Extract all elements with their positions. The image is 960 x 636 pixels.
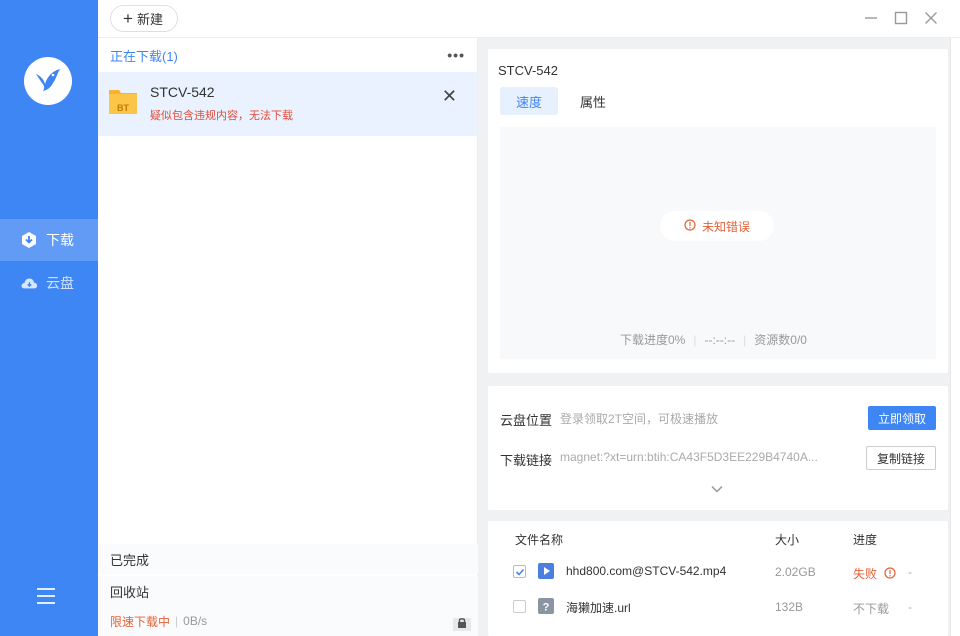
top-bar: + 新建 bbox=[98, 0, 960, 38]
cloud-link-card: 云盘位置 登录领取2T空间，可极速播放 立即领取 下载链接 magnet:?xt… bbox=[488, 386, 948, 510]
cloud-location-label: 云盘位置 bbox=[500, 413, 553, 428]
sidebar: 下载 云盘 bbox=[0, 0, 98, 636]
file-checkbox-unchecked[interactable] bbox=[513, 600, 526, 613]
bt-file-icon: BT bbox=[108, 86, 138, 116]
minimize-icon[interactable] bbox=[862, 9, 880, 27]
download-list-panel: 正在下载(1) ••• BT STCV-542 疑似包含违规内容，无法下载 ✕ … bbox=[98, 38, 478, 636]
task-error-message: 疑似包含违规内容，无法下载 bbox=[150, 110, 293, 122]
detail-title: STCV-542 bbox=[498, 63, 558, 78]
file-extra: - bbox=[908, 565, 912, 579]
list-header: 正在下载(1) ••• bbox=[98, 38, 477, 72]
app-logo bbox=[24, 57, 72, 105]
file-row[interactable]: hhd800.com@STCV-542.mp4 2.02GB 失败 - bbox=[488, 555, 948, 589]
error-circle-icon bbox=[684, 218, 696, 234]
new-task-button[interactable]: + 新建 bbox=[110, 5, 178, 32]
recycle-bin-section[interactable]: 回收站 bbox=[98, 576, 478, 606]
task-name: STCV-542 bbox=[150, 84, 215, 100]
file-progress-status: 失败 bbox=[853, 565, 896, 582]
svg-text:?: ? bbox=[543, 602, 550, 614]
nav-cloud[interactable]: 云盘 bbox=[0, 262, 98, 304]
speed-chart-area: 未知错误 下载进度0% | --:--:-- | 资源数0/0 bbox=[500, 127, 936, 359]
current-speed: 0B/s bbox=[183, 614, 208, 628]
download-stats: 下载进度0% | --:--:-- | 资源数0/0 bbox=[620, 332, 807, 348]
error-status-pill: 未知错误 bbox=[660, 211, 774, 241]
bird-logo-icon bbox=[36, 69, 60, 91]
copy-link-button[interactable]: 复制链接 bbox=[865, 446, 936, 470]
tab-properties[interactable]: 属性 bbox=[564, 87, 622, 115]
file-row[interactable]: ? 海獭加速.url 132B 不下载 - bbox=[488, 590, 948, 624]
download-link-label: 下载链接 bbox=[500, 453, 553, 468]
close-window-icon[interactable] bbox=[922, 9, 940, 27]
nav-download[interactable]: 下载 bbox=[0, 219, 98, 261]
tab-speed[interactable]: 速度 bbox=[500, 87, 559, 115]
task-detail-card: STCV-542 速度 属性 未知错误 下载进度0% | --:--:-- | … bbox=[488, 49, 948, 373]
cloud-location-text: 登录领取2T空间，可极速播放 bbox=[560, 412, 719, 426]
plus-icon: + bbox=[123, 9, 133, 28]
more-options-icon[interactable]: ••• bbox=[447, 47, 465, 63]
download-icon bbox=[20, 231, 38, 249]
column-header-size: 大小 bbox=[775, 533, 800, 547]
column-header-name: 文件名称 bbox=[515, 533, 564, 547]
nav-cloud-label: 云盘 bbox=[46, 275, 74, 291]
new-task-label: 新建 bbox=[136, 12, 163, 27]
nav-download-label: 下载 bbox=[46, 232, 74, 248]
file-size: 2.02GB bbox=[775, 565, 816, 579]
video-file-icon bbox=[538, 563, 554, 579]
scrollbar-track[interactable] bbox=[950, 38, 960, 636]
source-count: 资源数0/0 bbox=[754, 333, 807, 347]
hamburger-menu-icon[interactable] bbox=[37, 588, 55, 604]
lock-icon[interactable] bbox=[452, 612, 471, 631]
claim-now-button[interactable]: 立即领取 bbox=[867, 406, 936, 430]
chevron-down-icon[interactable] bbox=[710, 482, 724, 496]
error-status-text: 未知错误 bbox=[701, 219, 750, 234]
download-link-value[interactable]: magnet:?xt=urn:btih:CA43F5D3EE229B4740A.… bbox=[560, 450, 832, 464]
file-progress-status: 不下载 bbox=[853, 602, 890, 616]
unknown-file-icon: ? bbox=[538, 598, 554, 614]
speed-status-bar: 限速下载中 | 0B/s bbox=[98, 606, 478, 636]
file-name: hhd800.com@STCV-542.mp4 bbox=[566, 564, 727, 578]
file-size: 132B bbox=[775, 600, 804, 614]
file-checkbox-checked[interactable] bbox=[513, 565, 526, 578]
file-name: 海獭加速.url bbox=[566, 601, 631, 615]
maximize-icon[interactable] bbox=[892, 9, 910, 27]
completed-section[interactable]: 已完成 bbox=[98, 544, 478, 574]
column-header-progress: 进度 bbox=[853, 533, 878, 547]
downloading-title: 正在下载(1) bbox=[110, 48, 178, 64]
file-extra: - bbox=[908, 600, 912, 614]
svg-text:BT: BT bbox=[117, 103, 129, 113]
speed-limit-label[interactable]: 限速下载中 bbox=[110, 613, 170, 630]
failed-warning-icon bbox=[884, 567, 896, 579]
task-item[interactable]: BT STCV-542 疑似包含违规内容，无法下载 ✕ bbox=[98, 72, 477, 136]
remaining-time: --:--:-- bbox=[704, 332, 736, 347]
download-progress: 下载进度0% bbox=[620, 333, 686, 347]
cloud-icon bbox=[20, 274, 38, 292]
remove-task-icon[interactable]: ✕ bbox=[442, 86, 457, 107]
file-list-card: 文件名称 大小 进度 hhd800.com@STCV-542.mp4 2.02G… bbox=[488, 521, 948, 636]
